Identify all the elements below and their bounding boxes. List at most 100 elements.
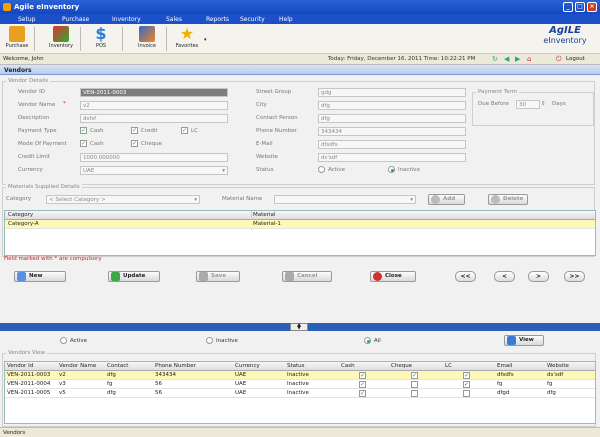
splitter-bar[interactable]: ▲ ▼ <box>0 323 600 331</box>
favorites-tool-button[interactable]: ★ Favorites <box>172 24 202 50</box>
credit-limit-field[interactable]: 1000.000000 <box>80 153 228 162</box>
purchase-tool-button[interactable]: Purchase <box>2 26 32 49</box>
category-select[interactable]: < Select Category > ▾ <box>46 195 200 204</box>
column-header-status[interactable]: Status <box>287 362 305 371</box>
street-field[interactable]: gdg <box>318 88 466 97</box>
cancel-button[interactable]: Cancel <box>282 271 332 282</box>
vendor-id-field[interactable]: VEN-2011-0003 <box>80 88 228 97</box>
delete-material-button[interactable]: Delete <box>488 194 528 205</box>
materials-legend: Materials Supplied Details <box>6 184 82 190</box>
menu-reports[interactable]: Reports <box>206 16 229 23</box>
favorites-dropdown-icon[interactable]: ▾ <box>204 37 207 43</box>
row-lc-checkbox[interactable] <box>463 390 470 397</box>
row-cheque-checkbox[interactable] <box>411 381 418 388</box>
minimize-button[interactable]: _ <box>563 2 573 12</box>
column-header-website[interactable]: Website <box>547 362 569 371</box>
lc-checkbox[interactable]: ✓ <box>181 127 188 134</box>
menu-security[interactable]: Security <box>240 16 265 23</box>
column-header-lc[interactable]: LC <box>445 362 452 371</box>
column-header-contact[interactable]: Contact <box>107 362 128 371</box>
city-field[interactable]: dfg <box>318 101 466 110</box>
first-record-button[interactable]: << <box>455 271 476 282</box>
mode-cheque-checkbox[interactable]: ✓ <box>131 140 138 147</box>
table-row[interactable]: VEN-2011-0004 v3 fg 56 UAE Inactive ✓ ✓ … <box>5 380 595 389</box>
column-header-cheque[interactable]: Cheque <box>391 362 412 371</box>
website-field[interactable]: ds'sdf <box>318 153 466 162</box>
column-header-cash[interactable]: Cash <box>341 362 355 371</box>
status-active-radio[interactable] <box>318 166 325 173</box>
phone-field[interactable]: 343434 <box>318 127 466 136</box>
inventory-icon <box>53 26 69 42</box>
table-row[interactable]: Category-A Material-1 <box>5 220 595 229</box>
tab-vendors[interactable]: Vendors <box>0 65 600 75</box>
new-button[interactable]: New <box>14 271 66 282</box>
mode-cash-checkbox[interactable]: ✓ <box>80 140 87 147</box>
cash-checkbox[interactable]: ✓ <box>80 127 87 134</box>
menu-help[interactable]: Help <box>279 16 293 23</box>
add-material-button[interactable]: Add <box>428 194 465 205</box>
vendor-name-field[interactable]: v2 <box>80 101 228 110</box>
close-window-button[interactable]: × <box>587 2 597 12</box>
title-bar: Agile eInventory _ □ × <box>0 0 600 14</box>
app-icon <box>3 3 11 11</box>
menu-setup[interactable]: Setup <box>18 16 35 23</box>
row-cheque-checkbox[interactable] <box>411 390 418 397</box>
previous-record-button[interactable]: < <box>494 271 515 282</box>
row-cheque-checkbox[interactable]: ✓ <box>411 372 418 379</box>
row-cash-checkbox[interactable]: ✓ <box>359 390 366 397</box>
save-button[interactable]: Save <box>196 271 240 282</box>
menu-inventory[interactable]: Inventory <box>112 16 141 23</box>
pos-tool-button[interactable]: $ POS <box>86 26 116 50</box>
maximize-button[interactable]: □ <box>575 2 585 12</box>
status-inactive-radio[interactable] <box>388 166 395 173</box>
menu-purchase[interactable]: Purchase <box>62 16 89 23</box>
vendors-view-legend: Vendors View <box>6 350 47 356</box>
due-stepper[interactable]: ⇕ <box>541 101 546 107</box>
home-icon[interactable]: ⌂ <box>527 55 531 63</box>
back-icon[interactable]: ◀ <box>504 55 509 63</box>
logout-link[interactable]: Logout <box>566 56 585 62</box>
invoice-tool-button[interactable]: Invoice <box>132 26 162 49</box>
column-header-vendor-id[interactable]: Vendor Id <box>7 362 33 371</box>
forward-icon[interactable]: ▶ <box>515 55 520 63</box>
purchase-icon <box>9 26 25 42</box>
menu-sales[interactable]: Sales <box>166 16 182 23</box>
close-icon <box>373 272 382 281</box>
view-button[interactable]: View <box>504 335 544 346</box>
row-lc-checkbox[interactable]: ✓ <box>463 381 470 388</box>
column-header-material[interactable]: Material <box>253 211 275 220</box>
logout-icon[interactable]: ⏻ <box>556 55 562 64</box>
row-cash-checkbox[interactable]: ✓ <box>359 381 366 388</box>
close-button[interactable]: Close <box>370 271 416 282</box>
filter-active-radio[interactable] <box>60 337 67 344</box>
credit-checkbox[interactable]: ✓ <box>131 127 138 134</box>
inventory-tool-button[interactable]: Inventory <box>46 26 76 49</box>
column-header-vendor-name[interactable]: Vendor Name <box>59 362 96 371</box>
column-header-category[interactable]: Category <box>8 211 33 220</box>
column-header-currency[interactable]: Currency <box>235 362 260 371</box>
material-select[interactable]: ▾ <box>274 195 416 204</box>
row-lc-checkbox[interactable]: ✓ <box>463 372 470 379</box>
due-before-field[interactable]: 30 <box>516 100 540 109</box>
add-icon <box>431 195 440 204</box>
chevron-down-icon: ▾ <box>222 168 225 174</box>
filter-inactive-radio[interactable] <box>206 337 213 344</box>
vendor-details-legend: Vendor Details <box>6 78 51 84</box>
contact-field[interactable]: dfg <box>318 114 466 123</box>
row-cash-checkbox[interactable]: ✓ <box>359 372 366 379</box>
materials-grid: Category Material Category-A Material-1 <box>4 210 596 256</box>
refresh-icon[interactable]: ↻ <box>492 55 498 63</box>
column-header-email[interactable]: Email <box>497 362 512 371</box>
table-row[interactable]: VEN-2011-0003 v2 dfg 343434 UAE Inactive… <box>5 371 595 380</box>
last-record-button[interactable]: >> <box>564 271 585 282</box>
update-button[interactable]: Update <box>108 271 160 282</box>
filter-all-radio[interactable] <box>364 337 371 344</box>
collapse-toggle[interactable]: ▲ ▼ <box>290 323 308 331</box>
next-record-button[interactable]: > <box>528 271 549 282</box>
email-field[interactable]: dfsdfs <box>318 140 466 149</box>
table-row[interactable]: VEN-2011-0005 v5 dfg 56 UAE Inactive ✓ d… <box>5 389 595 398</box>
currency-select[interactable]: UAE ▾ <box>80 166 228 175</box>
column-header-phone[interactable]: Phone Number <box>155 362 196 371</box>
star-icon: ★ <box>179 24 195 43</box>
description-field[interactable]: dsfsf <box>80 114 228 123</box>
